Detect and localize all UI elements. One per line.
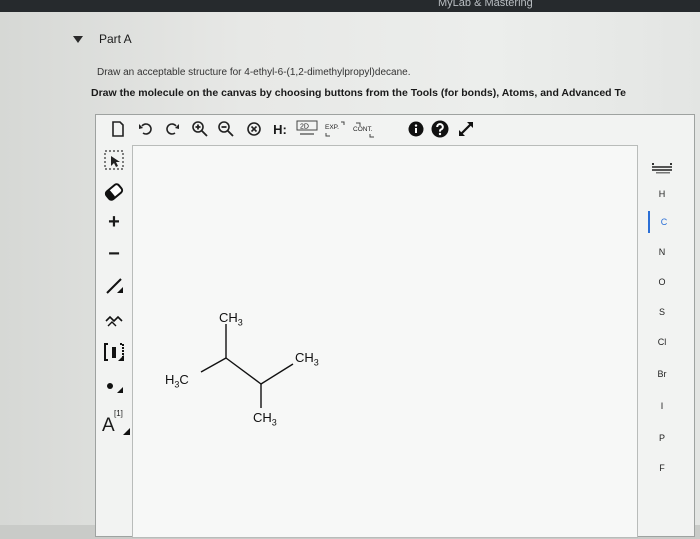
expand-label: EXP. — [325, 124, 339, 131]
clean-2d-button[interactable]: 2D — [296, 120, 318, 138]
atom-button-f[interactable]: F — [648, 457, 676, 479]
bond-c2-c3 — [225, 357, 262, 385]
atom-button-s[interactable]: S — [648, 301, 676, 323]
site-title: MyLab & Mastering — [438, 0, 533, 9]
eraser-icon[interactable] — [100, 179, 128, 205]
skeletal-bonds — [200, 324, 294, 408]
bond-right-methyl — [260, 363, 294, 385]
periodic-table-icon[interactable] — [648, 157, 676, 179]
atom-map-index: [1] — [114, 409, 123, 418]
ch3-bottom-subscript: 3 — [271, 417, 277, 428]
bond-left-methyl — [200, 357, 227, 373]
atom-button-h[interactable]: H — [648, 183, 676, 205]
atom-map-letter: A — [102, 415, 115, 436]
atom-button-o[interactable]: O — [648, 271, 676, 293]
h3c-c-text: C — [179, 372, 189, 387]
atom-map-button[interactable]: A [1] — [100, 407, 132, 439]
h3c-h-text: H — [165, 372, 175, 387]
clear-icon[interactable] — [244, 120, 264, 138]
charge-plus-button[interactable]: + — [100, 209, 128, 235]
question-page: Part A Draw an acceptable structure for … — [0, 12, 700, 538]
ch3-top-subscript: 3 — [237, 317, 243, 328]
new-document-icon[interactable] — [108, 120, 128, 138]
label-ch3-top[interactable]: CH3 — [219, 310, 243, 328]
drawing-canvas[interactable]: CH3 CH3 H3C CH3 — [132, 145, 638, 538]
info-icon[interactable] — [406, 120, 426, 138]
canvas-hint: Draw the molecule on the canvas by choos… — [91, 87, 626, 99]
radical-tool-icon[interactable] — [100, 373, 128, 399]
label-ch3-bottom[interactable]: CH3 — [253, 410, 277, 428]
charge-minus-button[interactable]: − — [100, 241, 128, 267]
structure-editor: H: 2D EXP. CONT. + − A [1] CH3 CH3 H3C C… — [95, 114, 696, 538]
browser-top-bar: MyLab & Mastering — [0, 0, 700, 12]
atom-button-br[interactable]: Br — [648, 363, 676, 385]
atom-button-n[interactable]: N — [648, 241, 676, 263]
zoom-out-icon[interactable] — [216, 120, 236, 138]
expand-button[interactable]: EXP. — [324, 120, 346, 138]
undo-icon[interactable] — [136, 120, 156, 138]
ch3-right-text: CH — [295, 350, 314, 365]
part-title: Part A — [99, 32, 132, 46]
zoom-in-icon[interactable] — [190, 120, 210, 138]
ch3-right-subscript: 3 — [313, 357, 319, 368]
editor-toolbar: H: 2D EXP. CONT. — [96, 115, 694, 143]
fullscreen-icon[interactable] — [456, 120, 476, 138]
selection-tool-icon[interactable] — [100, 147, 128, 173]
atom-button-i[interactable]: I — [648, 395, 676, 417]
ch3-bottom-text: CH — [253, 410, 272, 425]
bond-tools-panel: + − A [1] — [96, 145, 132, 538]
label-h3c-left[interactable]: H3C — [165, 372, 189, 390]
atom-button-c[interactable]: C — [648, 211, 678, 233]
contract-button[interactable]: CONT. — [352, 120, 378, 138]
collapse-chevron-icon[interactable] — [73, 36, 83, 43]
clean-2d-label: 2D — [300, 124, 309, 131]
redo-icon[interactable] — [162, 120, 182, 138]
atom-button-p[interactable]: P — [648, 427, 676, 449]
help-icon[interactable] — [430, 120, 450, 138]
single-bond-icon[interactable] — [100, 273, 128, 299]
atoms-panel: H C N O S Cl Br I P F — [640, 145, 696, 538]
hydrogen-toggle-button[interactable]: H: — [268, 120, 292, 138]
chain-tool-icon[interactable] — [100, 305, 128, 331]
atom-button-cl[interactable]: Cl — [648, 331, 676, 353]
bracket-tool-icon[interactable] — [100, 339, 128, 365]
ch3-top-text: CH — [219, 310, 238, 325]
contract-label: CONT. — [353, 126, 373, 133]
question-instruction: Draw an acceptable structure for 4-ethyl… — [97, 67, 411, 78]
label-ch3-right[interactable]: CH3 — [295, 350, 319, 368]
